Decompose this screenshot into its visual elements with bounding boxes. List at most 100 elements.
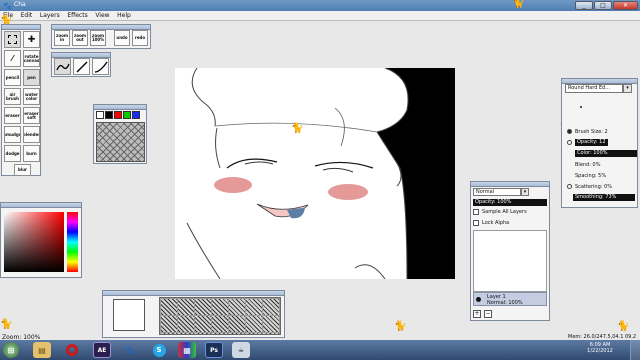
preset-dropdown-arrow-icon[interactable]: ▾ [623,84,632,93]
tools-panel: ✚ ⁄ rotate canvas pencil pen air brush w… [1,24,41,176]
layer-blend-mode-select[interactable]: Normal [473,188,521,196]
swatch-red[interactable] [114,111,122,119]
color-row[interactable]: Color: 100% [564,148,637,159]
layer-visibility-icon[interactable] [476,297,481,302]
watercolor-tool-button[interactable]: water color [23,88,40,105]
artwork [175,68,409,279]
zoom-in-button[interactable]: zoom in [54,30,70,46]
after-effects-icon[interactable]: AE [93,342,111,358]
drawing-canvas[interactable]: 🐈 [175,68,455,279]
rotate-canvas-button[interactable]: rotate canvas [23,50,40,67]
blender-tool-button[interactable]: blender [23,126,40,143]
swatch-row [96,111,141,121]
pencil-tool-button[interactable]: pencil [4,69,21,86]
system-clock[interactable]: 6:09 AM 1/22/2012 [578,342,622,354]
menu-bar: File Edit Layers Effects View Help [0,11,640,21]
opera-icon[interactable] [63,342,81,358]
add-layer-icon[interactable]: + [473,310,481,318]
pen-tool-button[interactable]: pen [23,69,40,86]
view-toolbar: zoom in zoom out zoom 100% undo redo [51,24,151,49]
window-title: Cha [14,1,26,8]
start-orb-icon[interactable]: ⊞ [3,342,19,358]
spacing-row[interactable]: Spacing: 5% [564,170,637,181]
line-icon [76,61,87,72]
clock-date: 1/22/2012 [587,348,613,354]
menu-help[interactable]: Help [114,11,134,20]
blend-dropdown-arrow-icon[interactable]: ▾ [521,188,529,196]
smudge-tool-button[interactable]: smudge [4,126,21,143]
smoothing-slider[interactable]: Smoothing: 73% [573,194,635,201]
archive-icon[interactable]: ▦ [178,342,196,358]
magic-wand-tool-button[interactable]: ⁄ [4,50,21,67]
eraser-tool-button[interactable]: eraser [4,107,21,124]
lock-alpha-option[interactable]: Lock Alpha [473,220,509,226]
textures-panel [102,290,285,338]
color-slider[interactable]: Color: 100% [575,150,637,157]
hue-slider[interactable] [67,212,78,272]
lock-alpha-checkbox[interactable] [473,220,479,226]
dodge-tool-button[interactable]: dodge [4,145,21,162]
texture-grid[interactable] [159,297,281,335]
swatch-black[interactable] [105,111,113,119]
opacity-row[interactable]: Opacity: 12 [564,137,637,148]
curve-stroke-button[interactable] [92,58,109,75]
brush-settings-list: Brush Size: 2 Opacity: 12 Color: 100% Bl… [564,126,637,203]
undo-button[interactable]: undo [114,30,130,46]
brush-preset-select[interactable]: Round Hard Ed... [565,84,623,93]
swatch-green[interactable] [123,111,131,119]
maximize-button[interactable]: □ [594,1,612,10]
redo-button[interactable]: redo [132,30,148,46]
select-tool-button[interactable] [4,31,21,48]
airbrush-tool-button[interactable]: air brush [4,88,21,105]
paw-app-icon[interactable]: 🐾 [121,342,139,358]
cat-sticker-icon: 🐈 [0,319,13,330]
opacity-radio[interactable] [567,140,572,145]
show-desktop-button[interactable] [630,340,640,360]
sample-all-checkbox[interactable] [473,209,479,215]
burn-tool-button[interactable]: burn [23,145,40,162]
move-tool-button[interactable]: ✚ [23,31,40,48]
opacity-slider[interactable]: Opacity: 12 [575,139,608,146]
swatch-white[interactable] [96,111,104,119]
freehand-icon [55,63,70,70]
photoshop-icon[interactable]: Ps [205,342,223,358]
swatch-blue[interactable] [132,111,140,119]
empty-swatch-grid[interactable] [96,122,145,162]
lock-alpha-label: Lock Alpha [482,220,510,226]
app-icon: 🐾 [3,2,12,10]
sample-all-layers-option[interactable]: Sample All Layers [473,209,527,215]
layer-opacity-slider[interactable]: Opacity: 100% [473,199,547,206]
menu-effects[interactable]: Effects [64,11,90,20]
menu-edit[interactable]: Edit [18,11,36,20]
panel-header [103,291,284,296]
zoom-out-button[interactable]: zoom out [72,30,88,46]
brush-size-radio[interactable] [567,129,572,134]
brush-panel: Round Hard Ed... ▾ Brush Size: 2 Opacity… [561,78,638,208]
delete-layer-icon[interactable]: − [484,310,492,318]
chibipaint-icon[interactable]: ☕ [232,342,250,358]
spacing-slider[interactable]: Spacing: 5% [575,173,606,179]
title-bar: 🐾 Cha _ □ ✕ [0,0,640,11]
color-picker-panel [0,202,82,278]
explorer-icon[interactable]: ▤ [33,342,51,358]
smoothing-row[interactable]: Smoothing: 73% [564,192,637,203]
scattering-radio[interactable] [567,184,572,189]
blend-slider[interactable]: Blend: 0% [575,162,600,168]
brush-size-row[interactable]: Brush Size: 2 [564,126,637,137]
close-button[interactable]: ✕ [613,1,638,10]
layer-item[interactable]: Layer 1 Normal: 100% [473,292,547,306]
scattering-slider[interactable]: Scattering: 0% [575,184,612,190]
menu-layers[interactable]: Layers [37,11,63,20]
taskbar: ⊞ ▤ AE 🐾 S ▦ Ps ☕ 6:09 AM 1/22/2012 [0,340,640,360]
freehand-stroke-button[interactable] [54,58,71,75]
blur-tool-button[interactable]: blur [14,164,31,176]
menu-view[interactable]: View [92,11,112,20]
blend-row[interactable]: Blend: 0% [564,159,637,170]
zoom-100-button[interactable]: zoom 100% [90,30,106,46]
skype-icon[interactable]: S [150,342,168,358]
scattering-row[interactable]: Scattering: 0% [564,181,637,192]
line-stroke-button[interactable] [73,58,90,75]
minimize-button[interactable]: _ [575,1,593,10]
soft-eraser-tool-button[interactable]: eraser soft [23,107,40,124]
saturation-value-field[interactable] [4,212,64,272]
